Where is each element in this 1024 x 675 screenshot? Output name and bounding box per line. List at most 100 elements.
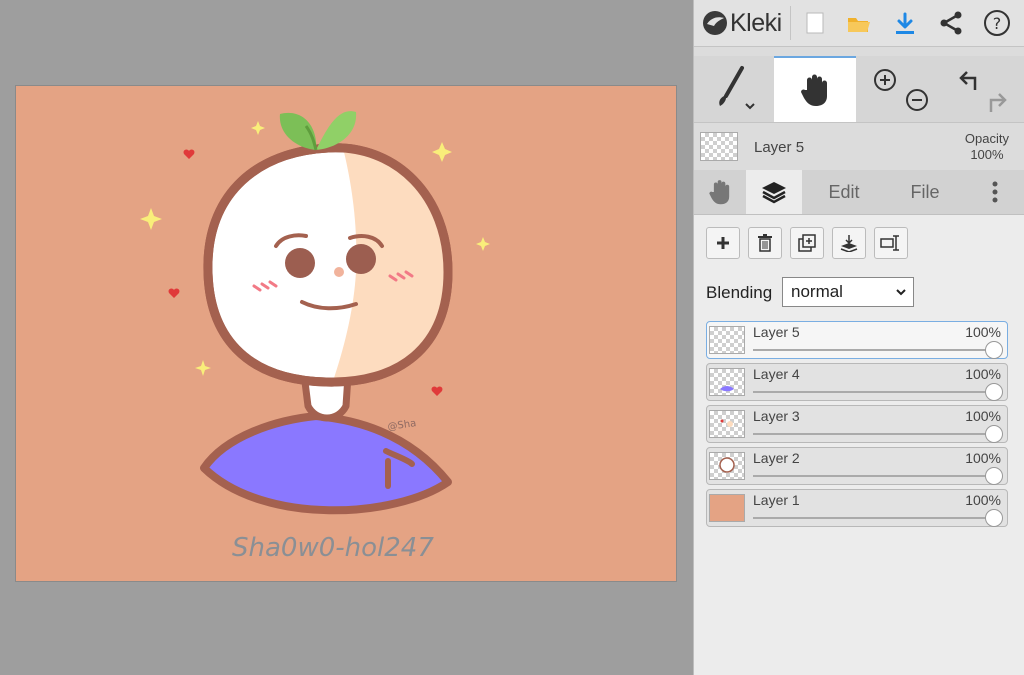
layer-opacity-track bbox=[753, 475, 993, 477]
zoom-out-icon bbox=[906, 89, 928, 111]
tab-edit[interactable]: Edit bbox=[806, 170, 882, 214]
sparkle-decoration bbox=[140, 208, 162, 230]
share-button[interactable] bbox=[934, 6, 968, 40]
rename-layer-button[interactable] bbox=[874, 227, 908, 259]
download-icon bbox=[896, 12, 914, 34]
blending-label: Blending bbox=[706, 283, 773, 302]
layer-item-1[interactable]: Layer 1 100% bbox=[706, 489, 1008, 527]
blending-value: normal bbox=[791, 282, 843, 301]
tab-layers[interactable] bbox=[746, 170, 802, 214]
panel-tabs: Edit File bbox=[694, 170, 1024, 215]
sparkle-decoration bbox=[476, 237, 490, 251]
add-layer-button[interactable] bbox=[706, 227, 740, 259]
layer-opacity: 100% bbox=[965, 492, 1001, 508]
download-button[interactable] bbox=[888, 6, 922, 40]
top-toolbar: Kleki ? bbox=[694, 0, 1024, 47]
open-folder-icon bbox=[848, 18, 870, 32]
undo-icon bbox=[959, 71, 977, 90]
help-button[interactable]: ? bbox=[980, 6, 1014, 40]
svg-text:?: ? bbox=[993, 14, 1002, 33]
current-layer-opacity: Opacity 100% bbox=[964, 131, 1009, 162]
new-image-icon bbox=[806, 12, 824, 34]
undo-redo-controls bbox=[946, 56, 1020, 122]
chevron-down-icon bbox=[745, 103, 755, 110]
kleki-logo[interactable]: Kleki bbox=[702, 6, 782, 40]
heart-decoration bbox=[168, 288, 180, 298]
tool-row bbox=[694, 56, 1024, 123]
layer-thumbnail bbox=[709, 452, 745, 480]
more-menu-button[interactable] bbox=[980, 170, 1010, 214]
zoom-controls bbox=[864, 56, 934, 122]
artwork: @Sha Sha0w0-hol247 bbox=[140, 111, 490, 563]
share-icon bbox=[940, 11, 962, 35]
blending-select[interactable]: normal bbox=[782, 277, 914, 307]
layer-item-2[interactable]: Layer 2 100% bbox=[706, 447, 1008, 485]
chevron-down-icon bbox=[896, 289, 906, 296]
zoom-in-icon bbox=[874, 69, 896, 91]
tab-file[interactable]: File bbox=[890, 170, 960, 214]
layer-name: Layer 5 bbox=[753, 324, 800, 340]
layer-opacity-track bbox=[753, 391, 993, 393]
layer-name: Layer 3 bbox=[753, 408, 800, 424]
nose bbox=[334, 267, 344, 277]
brush-icon bbox=[719, 66, 755, 110]
layer-thumbnail bbox=[709, 368, 745, 396]
brush-tool-button[interactable] bbox=[694, 56, 774, 122]
merge-down-icon bbox=[840, 235, 858, 252]
tab-hand[interactable] bbox=[694, 170, 746, 214]
layer-opacity: 100% bbox=[965, 324, 1001, 340]
hand-icon bbox=[801, 74, 827, 106]
layer-item-4[interactable]: Layer 4 100% bbox=[706, 363, 1008, 401]
layer-name: Layer 2 bbox=[753, 450, 800, 466]
layer-opacity: 100% bbox=[965, 450, 1001, 466]
layer-thumbnail bbox=[709, 494, 745, 522]
layer-opacity-slider[interactable] bbox=[985, 341, 1003, 359]
layer-opacity-track bbox=[753, 433, 993, 435]
add-layer-icon bbox=[717, 237, 729, 249]
layer-opacity-track bbox=[753, 517, 993, 519]
hand-icon bbox=[709, 180, 730, 205]
side-panel: Kleki ? Layer 5 Opacity 100% Edit File B… bbox=[693, 0, 1024, 675]
artist-signature: Sha0w0-hol247 bbox=[232, 533, 434, 563]
layer-item-5[interactable]: Layer 5 100% bbox=[706, 321, 1008, 359]
sparkle-decoration bbox=[195, 360, 211, 376]
layer-thumbnail bbox=[709, 410, 745, 438]
drawing-canvas[interactable]: @Sha Sha0w0-hol247 bbox=[16, 86, 676, 581]
eye bbox=[285, 248, 315, 278]
sparkle-decoration bbox=[251, 121, 265, 135]
current-layer-thumbnail bbox=[700, 132, 738, 161]
layer-name: Layer 1 bbox=[753, 492, 800, 508]
heart-decoration bbox=[183, 149, 195, 159]
layers-icon bbox=[762, 182, 786, 204]
rename-layer-icon bbox=[880, 235, 899, 251]
duplicate-layer-icon bbox=[798, 234, 816, 252]
heart-decoration bbox=[431, 386, 443, 396]
delete-layer-button[interactable] bbox=[748, 227, 782, 259]
layer-opacity: 100% bbox=[965, 408, 1001, 424]
eye bbox=[346, 244, 376, 274]
redo-icon bbox=[989, 93, 1007, 112]
sparkle-decoration bbox=[432, 142, 452, 162]
layers-panel: Blending normal Layer 5 100% Layer 4 100… bbox=[694, 215, 1024, 675]
layer-thumbnail bbox=[709, 326, 745, 354]
open-image-button[interactable] bbox=[842, 6, 876, 40]
current-layer-header: Layer 5 Opacity 100% bbox=[694, 123, 1024, 169]
drawing-workspace[interactable]: @Sha Sha0w0-hol247 bbox=[0, 0, 693, 675]
layer-opacity-slider[interactable] bbox=[985, 383, 1003, 401]
new-image-button[interactable] bbox=[798, 6, 832, 40]
more-vertical-icon bbox=[992, 181, 998, 203]
app-title: Kleki bbox=[730, 8, 782, 37]
layer-name: Layer 4 bbox=[753, 366, 800, 382]
merge-down-button[interactable] bbox=[832, 227, 866, 259]
current-layer-name: Layer 5 bbox=[754, 139, 805, 156]
artist-watermark: @Sha bbox=[387, 418, 417, 433]
layer-item-3[interactable]: Layer 3 100% bbox=[706, 405, 1008, 443]
delete-layer-icon bbox=[758, 234, 772, 252]
layer-opacity-slider[interactable] bbox=[985, 509, 1003, 527]
layer-opacity-slider[interactable] bbox=[985, 467, 1003, 485]
hand-tool-button[interactable] bbox=[774, 56, 856, 122]
layer-opacity-track bbox=[753, 349, 993, 351]
layer-opacity-slider[interactable] bbox=[985, 425, 1003, 443]
help-icon: ? bbox=[984, 10, 1010, 36]
duplicate-layer-button[interactable] bbox=[790, 227, 824, 259]
